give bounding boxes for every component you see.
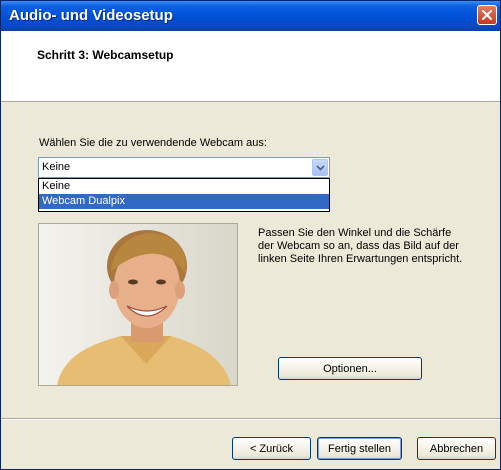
wizard-header: Schritt 3: Webcamsetup [1, 31, 500, 102]
webcam-select[interactable]: Keine [38, 157, 330, 178]
webcam-select-label: Wählen Sie die zu verwendende Webcam aus… [39, 137, 267, 149]
dropdown-button[interactable] [312, 159, 328, 176]
webcam-preview [38, 223, 238, 386]
back-button[interactable]: < Zurück [232, 437, 311, 460]
dialog-window: Audio- und Videosetup Schritt 3: Webcams… [0, 0, 501, 470]
footer-divider [1, 418, 500, 420]
window-title: Audio- und Videosetup [9, 7, 173, 24]
webcam-option-dualpix[interactable]: Webcam Dualpix [39, 194, 329, 209]
webcam-preview-image [39, 224, 237, 385]
instructions-text: Passen Sie den Winkel und die Schärfe de… [258, 227, 463, 265]
options-button[interactable]: Optionen... [278, 357, 422, 380]
chevron-down-icon [316, 165, 325, 171]
title-bar[interactable]: Audio- und Videosetup [1, 1, 500, 31]
cancel-button[interactable]: Abbrechen [417, 437, 496, 460]
webcam-dropdown-list: Keine Webcam Dualpix [38, 178, 330, 212]
webcam-option-keine[interactable]: Keine [39, 179, 329, 194]
close-icon [482, 10, 492, 20]
step-title: Schritt 3: Webcamsetup [37, 48, 174, 62]
webcam-select-value: Keine [42, 161, 71, 173]
close-button[interactable] [477, 5, 497, 25]
finish-button[interactable]: Fertig stellen [317, 437, 402, 460]
